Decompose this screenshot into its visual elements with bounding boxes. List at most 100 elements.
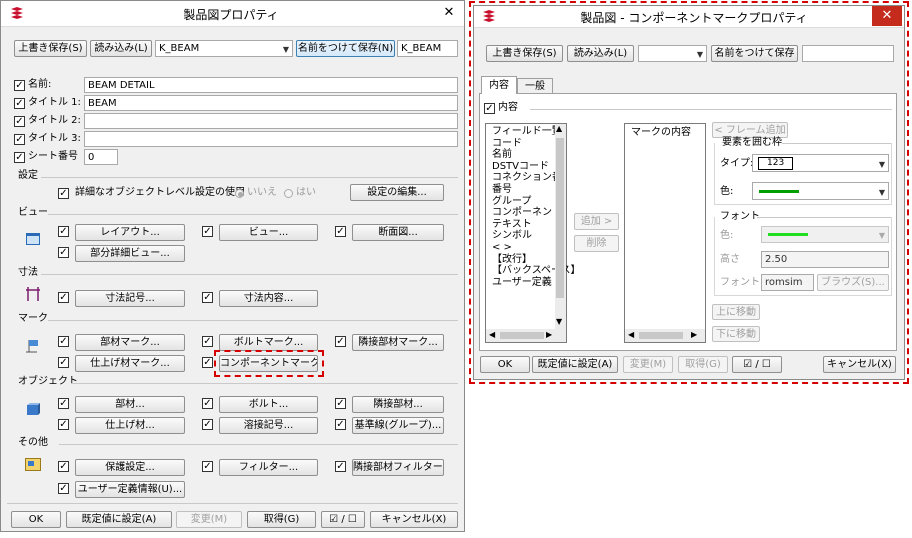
obj-weld-button[interactable]: 溶接記号...: [219, 417, 318, 434]
close-icon[interactable]: ✕: [872, 6, 902, 26]
sheet-number-input[interactable]: 0: [84, 149, 118, 165]
toggle-checks-button[interactable]: ☑ / ☐: [732, 356, 782, 373]
part-mark-checkbox[interactable]: ✓: [58, 336, 69, 347]
ok-button[interactable]: OK: [11, 511, 61, 528]
list-item[interactable]: 名前: [486, 149, 556, 161]
load-button[interactable]: 読み込み(L): [567, 45, 634, 62]
dim-content-checkbox[interactable]: ✓: [202, 292, 213, 303]
ok-button[interactable]: OK: [480, 356, 530, 373]
adj-filter-button[interactable]: 隣接部材フィルター...: [352, 459, 444, 476]
list-item[interactable]: シンボル: [486, 230, 556, 242]
set-default-button[interactable]: 既定値に設定(A): [532, 356, 618, 373]
tab-general[interactable]: 一般: [517, 78, 553, 94]
obj-part-checkbox[interactable]: ✓: [58, 398, 69, 409]
move-down-button[interactable]: 下に移動: [712, 326, 760, 342]
load-button[interactable]: 読み込み(L): [90, 40, 152, 57]
scroll-h-thumb[interactable]: [500, 332, 544, 339]
vertical-scrollbar[interactable]: ▲ ▼: [555, 124, 566, 329]
finish-mark-button[interactable]: 仕上げ材マーク...: [75, 355, 185, 372]
user-info-checkbox[interactable]: ✓: [58, 483, 69, 494]
view-checkbox[interactable]: ✓: [202, 226, 213, 237]
radio-no[interactable]: [235, 189, 244, 198]
adjacent-mark-checkbox[interactable]: ✓: [335, 336, 346, 347]
overwrite-save-button[interactable]: 上書き保存(S): [486, 45, 563, 62]
content-checkbox[interactable]: ✓: [484, 103, 495, 114]
modify-button[interactable]: 変更(M): [176, 511, 242, 528]
list-item[interactable]: 【改行】: [486, 254, 556, 266]
close-icon[interactable]: ✕: [441, 4, 457, 22]
obj-finish-button[interactable]: 仕上げ材...: [75, 417, 185, 434]
scroll-left-icon[interactable]: ◀: [628, 330, 634, 339]
list-item[interactable]: テキスト: [486, 219, 556, 231]
component-mark-checkbox[interactable]: ✓: [202, 357, 213, 368]
get-button[interactable]: 取得(G): [678, 356, 728, 373]
save-as-name-input[interactable]: K_BEAM: [397, 40, 458, 57]
get-button[interactable]: 取得(G): [247, 511, 316, 528]
move-up-button[interactable]: 上に移動: [712, 304, 760, 320]
scroll-h-thumb[interactable]: [639, 332, 683, 339]
overwrite-save-button[interactable]: 上書き保存(S): [14, 40, 87, 57]
modify-button[interactable]: 変更(M): [623, 356, 673, 373]
part-mark-button[interactable]: 部材マーク...: [75, 334, 185, 351]
obj-adjacent-button[interactable]: 隣接部材...: [352, 396, 444, 413]
list-item[interactable]: < >: [486, 242, 556, 254]
section-button[interactable]: 断面図...: [352, 224, 444, 241]
frame-type-select[interactable]: 123 ▼: [752, 154, 889, 172]
finish-mark-checkbox[interactable]: ✓: [58, 357, 69, 368]
adj-filter-checkbox[interactable]: ✓: [335, 461, 346, 472]
component-mark-button[interactable]: コンポーネントマーク...: [219, 355, 318, 372]
title3-checkbox[interactable]: ✓: [14, 134, 25, 145]
title1-input[interactable]: BEAM: [84, 95, 458, 111]
save-as-button[interactable]: 名前をつけて保存: [711, 45, 798, 62]
name-checkbox[interactable]: ✓: [14, 80, 25, 91]
list-item[interactable]: コード: [486, 138, 556, 150]
title1-checkbox[interactable]: ✓: [14, 98, 25, 109]
field-list[interactable]: フィールド一覧 コード 名前 DSTVコード コネクション番 番号 グループ コ…: [485, 123, 581, 343]
list-item[interactable]: コンポーネント: [486, 207, 562, 219]
filter-button[interactable]: フィルター...: [219, 459, 318, 476]
protect-checkbox[interactable]: ✓: [58, 461, 69, 472]
toggle-checks-button[interactable]: ☑ / ☐: [321, 511, 365, 528]
font-color-select[interactable]: ▼: [761, 226, 889, 243]
list-item[interactable]: グループ: [486, 196, 556, 208]
sheet-number-checkbox[interactable]: ✓: [14, 152, 25, 163]
obj-grid-checkbox[interactable]: ✓: [335, 419, 346, 430]
bolt-mark-button[interactable]: ボルトマーク...: [219, 334, 318, 351]
cancel-button[interactable]: キャンセル(X): [370, 511, 458, 528]
list-item[interactable]: DSTVコード: [486, 161, 556, 173]
font-input[interactable]: romsim: [761, 274, 814, 291]
delete-button[interactable]: 削除: [574, 235, 619, 252]
save-as-name-input[interactable]: [802, 45, 894, 62]
partial-detail-checkbox[interactable]: ✓: [58, 247, 69, 258]
layout-button[interactable]: レイアウト...: [75, 224, 185, 241]
preset-select[interactable]: ▼: [638, 45, 707, 62]
scroll-right-icon[interactable]: ▶: [691, 330, 697, 339]
cancel-button[interactable]: キャンセル(X): [823, 356, 896, 373]
preset-select[interactable]: K_BEAM ▼: [155, 40, 293, 57]
obj-finish-checkbox[interactable]: ✓: [58, 419, 69, 430]
obj-weld-checkbox[interactable]: ✓: [202, 419, 213, 430]
protect-button[interactable]: 保護設定...: [75, 459, 185, 476]
title3-input[interactable]: [84, 131, 458, 147]
browse-button[interactable]: ブラウズ(S)...: [817, 274, 889, 291]
edit-settings-button[interactable]: 設定の編集...: [350, 184, 444, 201]
scroll-thumb[interactable]: [556, 138, 564, 298]
bolt-mark-checkbox[interactable]: ✓: [202, 336, 213, 347]
scroll-left-icon[interactable]: ◀: [489, 330, 495, 339]
section-checkbox[interactable]: ✓: [335, 226, 346, 237]
scroll-up-icon[interactable]: ▲: [556, 124, 562, 133]
name-input[interactable]: BEAM DETAIL: [84, 77, 458, 93]
list-item[interactable]: フィールド一覧: [486, 126, 562, 138]
dim-symbol-button[interactable]: 寸法記号...: [75, 290, 185, 307]
list-item[interactable]: 【バックスペース】: [486, 265, 581, 277]
dim-content-button[interactable]: 寸法内容...: [219, 290, 318, 307]
obj-grid-button[interactable]: 基準線(グループ)...: [352, 417, 444, 434]
add-button[interactable]: 追加 >: [574, 213, 619, 230]
partial-detail-button[interactable]: 部分詳細ビュー...: [75, 245, 185, 262]
obj-bolt-button[interactable]: ボルト...: [219, 396, 318, 413]
view-button[interactable]: ビュー...: [219, 224, 318, 241]
scroll-down-icon[interactable]: ▼: [556, 317, 562, 326]
radio-yes[interactable]: [284, 189, 293, 198]
obj-adjacent-checkbox[interactable]: ✓: [335, 398, 346, 409]
user-info-button[interactable]: ユーザー定義情報(U)...: [75, 481, 185, 498]
